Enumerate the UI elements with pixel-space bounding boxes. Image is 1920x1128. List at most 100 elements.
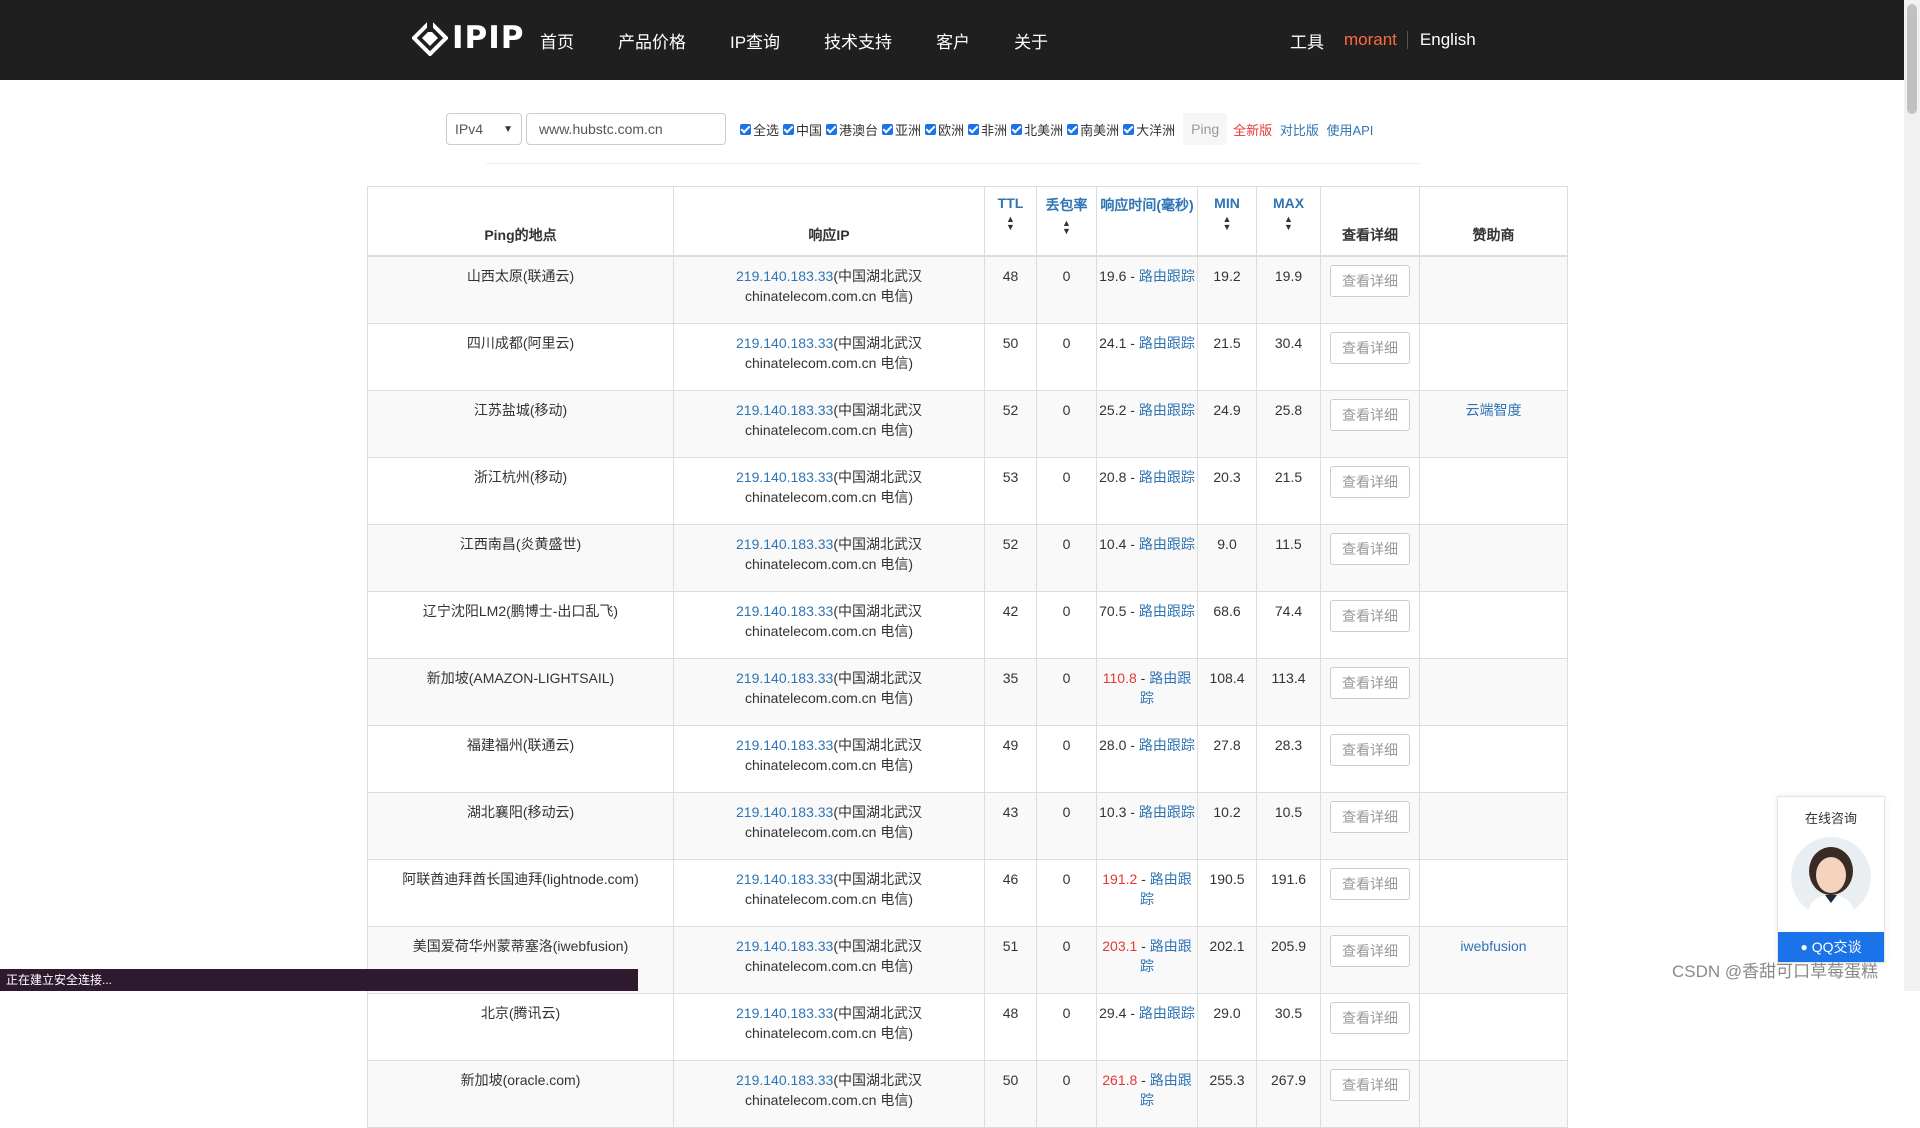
checkbox-checked-icon[interactable] xyxy=(1067,123,1079,135)
page-scrollbar[interactable] xyxy=(1904,0,1920,991)
min-value: 29.0 xyxy=(1213,1005,1241,1021)
view-detail-button[interactable]: 查看详细 xyxy=(1330,868,1410,900)
cell-min: 27.8 xyxy=(1197,725,1257,793)
view-detail-button[interactable]: 查看详细 xyxy=(1330,1002,1410,1034)
region-checkbox-oceania[interactable]: 大洋洲 xyxy=(1123,120,1175,139)
host-input[interactable]: www.hubstc.com.cn xyxy=(526,113,726,145)
region-checkbox-china[interactable]: 中国 xyxy=(783,120,822,139)
ping-search-bar: IPv4 ▼ www.hubstc.com.cn 全选 中国 港澳台 亚洲 欧洲… xyxy=(446,112,1373,146)
checkbox-checked-icon[interactable] xyxy=(783,123,795,135)
cell-min: 9.0 xyxy=(1197,524,1257,592)
trace-route-link[interactable]: 路由跟踪 xyxy=(1139,536,1195,552)
header-ttl[interactable]: TTL ▲ ▼ xyxy=(984,186,1037,257)
nav-user[interactable]: morant xyxy=(1344,30,1397,50)
ip-link[interactable]: 219.140.183.33 xyxy=(736,1005,833,1021)
trace-route-link[interactable]: 路由跟踪 xyxy=(1139,469,1195,485)
trace-route-link[interactable]: 路由跟踪 xyxy=(1140,670,1191,706)
protocol-select[interactable]: IPv4 ▼ xyxy=(446,113,522,145)
region-checkbox-asia[interactable]: 亚洲 xyxy=(882,120,921,139)
checkbox-checked-icon[interactable] xyxy=(826,123,838,135)
ip-link[interactable]: 219.140.183.33 xyxy=(736,938,833,954)
ip-link[interactable]: 219.140.183.33 xyxy=(736,335,833,351)
compare-version-link[interactable]: 对比版 xyxy=(1280,123,1319,138)
region-checkbox-all[interactable]: 全选 xyxy=(740,120,779,139)
nav-home[interactable]: 首页 xyxy=(540,28,574,53)
trace-route-link[interactable]: 路由跟踪 xyxy=(1140,938,1192,974)
view-detail-button[interactable]: 查看详细 xyxy=(1330,466,1410,498)
view-detail-button[interactable]: 查看详细 xyxy=(1330,533,1410,565)
ip-host: chinatelecom.com.cn 电信) xyxy=(744,422,914,438)
ip-link[interactable]: 219.140.183.33 xyxy=(736,603,833,619)
header-time[interactable]: 响应时间(毫秒) xyxy=(1096,186,1198,257)
ip-link[interactable]: 219.140.183.33 xyxy=(736,871,833,887)
region-checkbox-north-america[interactable]: 北美洲 xyxy=(1011,120,1063,139)
region-checkbox-south-america[interactable]: 南美洲 xyxy=(1067,120,1119,139)
cell-ip: 219.140.183.33(中国湖北武汉 chinatelecom.com.cn… xyxy=(673,658,985,726)
main-nav: 首页 产品价格 IP查询 技术支持 客户 关于 xyxy=(540,0,1092,80)
nav-about[interactable]: 关于 xyxy=(1014,28,1048,53)
ping-button[interactable]: Ping xyxy=(1183,113,1228,145)
trace-route-link[interactable]: 路由跟踪 xyxy=(1140,1072,1192,1108)
checkbox-checked-icon[interactable] xyxy=(1123,123,1135,135)
ipip-logo[interactable]: IPIP xyxy=(412,18,525,58)
view-detail-button[interactable]: 查看详细 xyxy=(1330,801,1410,833)
cell-ip: 219.140.183.33(中国湖北武汉 chinatelecom.com.cn… xyxy=(673,255,985,324)
region-checkbox-hk-macau-tw[interactable]: 港澳台 xyxy=(826,120,878,139)
sponsor-link[interactable]: iwebfusion xyxy=(1460,938,1526,954)
trace-route-link[interactable]: 路由跟踪 xyxy=(1139,268,1195,284)
region-checkbox-europe[interactable]: 欧洲 xyxy=(925,120,964,139)
cell-time: 261.8 - 路由跟踪 xyxy=(1096,1060,1198,1128)
region-checkbox-africa[interactable]: 非洲 xyxy=(968,120,1007,139)
nav-tools[interactable]: 工具 xyxy=(1290,28,1324,53)
ip-link[interactable]: 219.140.183.33 xyxy=(736,536,833,552)
ip-link[interactable]: 219.140.183.33 xyxy=(736,469,833,485)
trace-route-link[interactable]: 路由跟踪 xyxy=(1139,603,1195,619)
view-detail-button[interactable]: 查看详细 xyxy=(1330,1069,1410,1101)
checkbox-checked-icon[interactable] xyxy=(1011,123,1023,135)
checkbox-checked-icon[interactable] xyxy=(740,123,751,135)
view-detail-button[interactable]: 查看详细 xyxy=(1330,332,1410,364)
checkbox-checked-icon[interactable] xyxy=(925,123,937,135)
trace-route-link[interactable]: 路由跟踪 xyxy=(1139,1005,1195,1021)
header-max[interactable]: MAX ▲ ▼ xyxy=(1256,186,1321,257)
view-detail-button[interactable]: 查看详细 xyxy=(1330,734,1410,766)
ip-link[interactable]: 219.140.183.33 xyxy=(736,268,833,284)
nav-language[interactable]: English xyxy=(1420,30,1476,50)
sponsor-link[interactable]: 云端智度 xyxy=(1466,402,1522,418)
trace-route-link[interactable]: 路由跟踪 xyxy=(1139,335,1195,351)
max-value: 25.8 xyxy=(1274,402,1303,418)
view-detail-button[interactable]: 查看详细 xyxy=(1330,667,1410,699)
ip-link[interactable]: 219.140.183.33 xyxy=(736,670,833,686)
ip-link[interactable]: 219.140.183.33 xyxy=(736,737,833,753)
ip-link[interactable]: 219.140.183.33 xyxy=(736,402,833,418)
time-value: 70.5 xyxy=(1099,603,1127,619)
location-text: 新加坡(AMAZON-LIGHTSAIL) xyxy=(426,670,615,686)
trace-route-link[interactable]: 路由跟踪 xyxy=(1140,871,1192,907)
header-min[interactable]: MIN ▲ ▼ xyxy=(1197,186,1257,257)
nav-ip-lookup[interactable]: IP查询 xyxy=(730,28,780,53)
view-detail-button[interactable]: 查看详细 xyxy=(1330,935,1410,967)
view-detail-button[interactable]: 查看详细 xyxy=(1330,399,1410,431)
cell-ttl: 50 xyxy=(984,1060,1037,1128)
header-loss[interactable]: 丢包率 ▲ ▼ xyxy=(1036,186,1097,257)
scrollbar-thumb[interactable] xyxy=(1907,4,1917,114)
view-detail-button[interactable]: 查看详细 xyxy=(1330,600,1410,632)
cell-location: 浙江杭州(移动) xyxy=(367,457,674,525)
time-value: 20.8 xyxy=(1099,469,1127,485)
cell-loss: 0 xyxy=(1036,323,1097,391)
view-detail-button[interactable]: 查看详细 xyxy=(1330,265,1410,297)
nav-support[interactable]: 技术支持 xyxy=(824,28,892,53)
cell-loss: 0 xyxy=(1036,859,1097,927)
nav-customers[interactable]: 客户 xyxy=(936,28,970,53)
checkbox-checked-icon[interactable] xyxy=(882,123,894,135)
new-version-link[interactable]: 全新版 xyxy=(1233,123,1272,138)
trace-route-link[interactable]: 路由跟踪 xyxy=(1139,402,1195,418)
trace-route-link[interactable]: 路由跟踪 xyxy=(1139,804,1195,820)
nav-pricing[interactable]: 产品价格 xyxy=(618,28,686,53)
trace-route-link[interactable]: 路由跟踪 xyxy=(1139,737,1195,753)
use-api-link[interactable]: 使用API xyxy=(1326,123,1373,138)
ip-link[interactable]: 219.140.183.33 xyxy=(736,804,833,820)
ip-link[interactable]: 219.140.183.33 xyxy=(736,1072,833,1088)
checkbox-checked-icon[interactable] xyxy=(968,123,980,135)
header-location: Ping的地点 xyxy=(367,186,674,257)
